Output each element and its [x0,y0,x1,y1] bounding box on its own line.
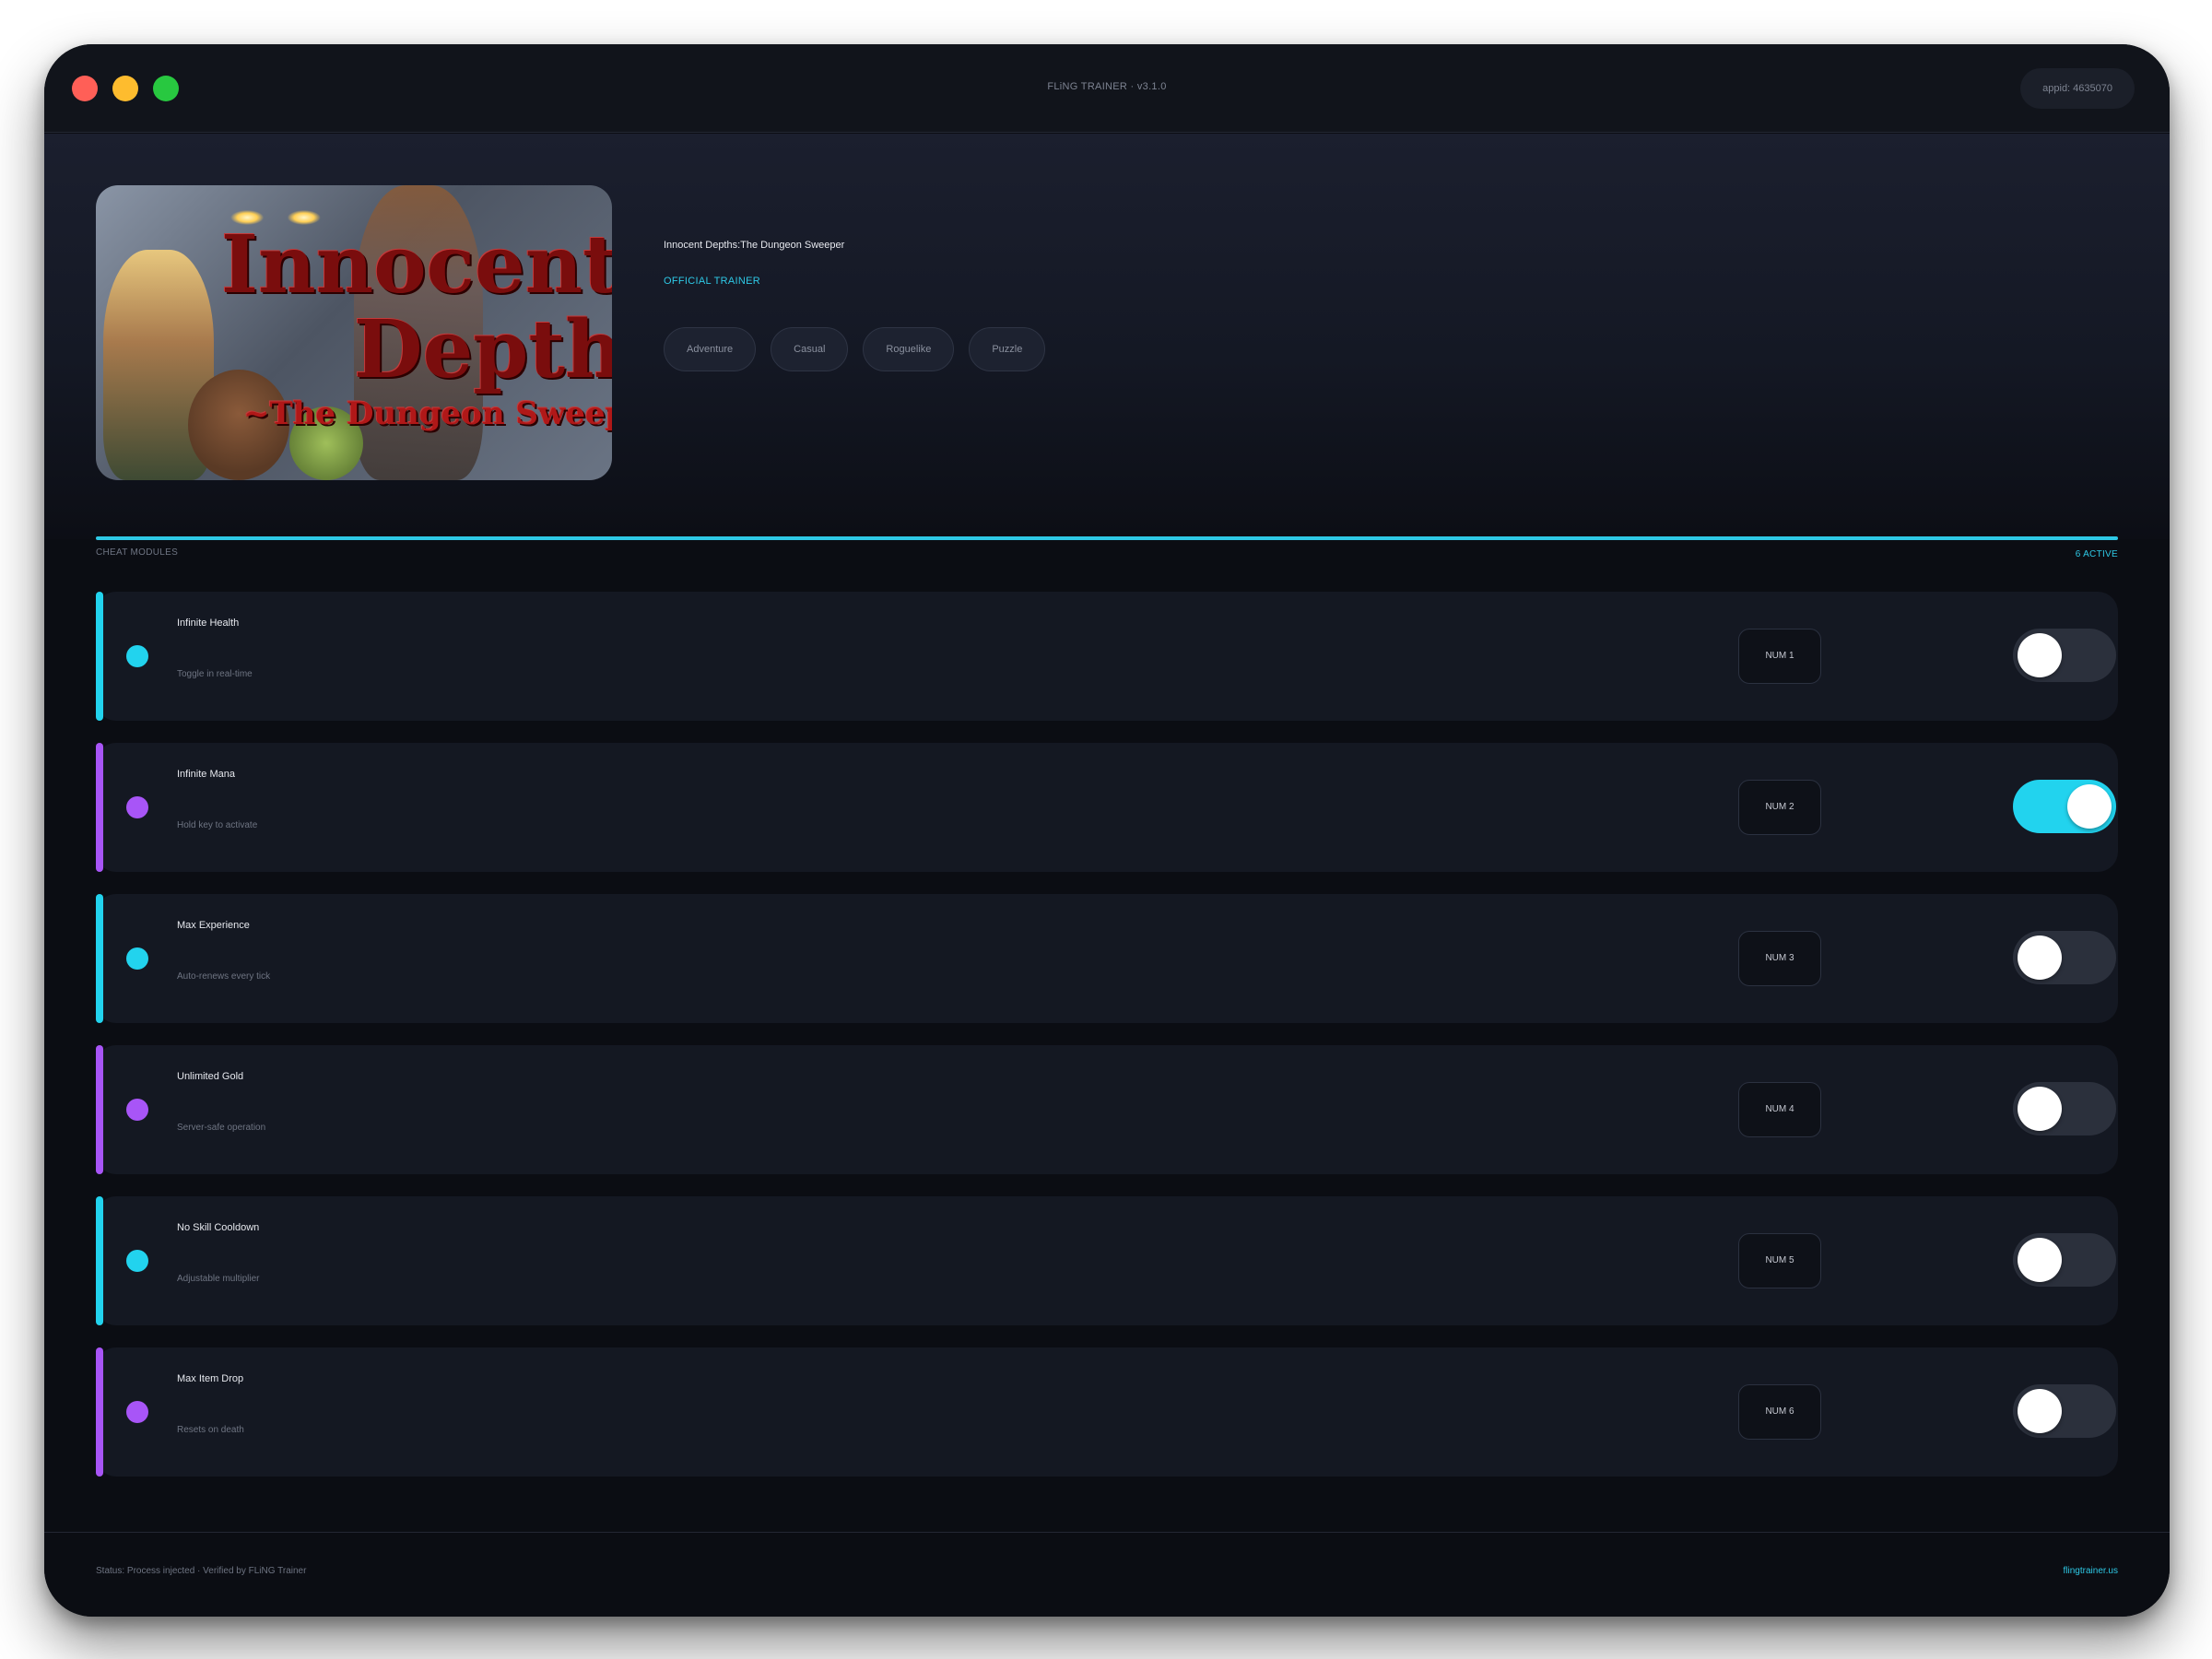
cheat-description: Server-safe operation [177,1123,266,1133]
official-trainer-badge: OFFICIAL TRAINER [664,276,761,287]
cheat-description: Resets on death [177,1425,244,1435]
cheat-row: Max Item Drop Resets on death NUM 6 [96,1347,2118,1477]
website-link[interactable]: flingtrainer.us [2064,1566,2118,1576]
game-header: Innocent Depth ~The Dungeon Sweepe Innoc… [44,134,2170,539]
hotkey-badge[interactable]: NUM 1 [1738,629,1821,684]
toggle-knob [2018,935,2062,980]
cheat-name: No Skill Cooldown [177,1222,260,1233]
cover-logo-line-1: Innocent [221,218,612,312]
cheat-toggle[interactable] [2013,1384,2116,1438]
hotkey-badge[interactable]: NUM 2 [1738,780,1821,835]
toggle-knob [2018,1238,2062,1282]
hotkey-badge[interactable]: NUM 3 [1738,931,1821,986]
cheat-row: Unlimited Gold Server-safe operation NUM… [96,1045,2118,1174]
cheat-toggle[interactable] [2013,629,2116,682]
tag-adventure[interactable]: Adventure [664,327,757,371]
cheat-accent-bar [96,743,103,872]
cover-logo-line-2: Depth [354,303,612,396]
cover-logo-line-3: ~The Dungeon Sweepe [243,395,612,432]
toggle-knob [2067,784,2112,829]
status-dot-icon [126,947,148,970]
game-title: Innocent Depths:The Dungeon Sweeper [664,240,845,251]
cheat-row: Max Experience Auto-renews every tick NU… [96,894,2118,1023]
appid-badge: appid: 4635070 [2020,68,2135,109]
cheat-description: Adjustable multiplier [177,1274,260,1284]
hotkey-badge[interactable]: NUM 5 [1738,1233,1821,1288]
cheat-toggle[interactable] [2013,931,2116,984]
title-bar: FLiNG TRAINER · v3.1.0 appid: 4635070 [44,44,2170,133]
section-label: CHEAT MODULES [96,547,179,558]
cheat-accent-bar [96,592,103,721]
status-dot-icon [126,645,148,667]
cheat-accent-bar [96,1045,103,1174]
window-title: FLiNG TRAINER · v3.1.0 [1047,81,1167,92]
status-footer: Status: Process injected · Verified by F… [44,1532,2170,1617]
tag-roguelike[interactable]: Roguelike [863,327,955,371]
section-divider [96,536,2118,540]
cheat-accent-bar [96,894,103,1023]
cheat-description: Toggle in real-time [177,669,253,679]
cheat-description: Hold key to activate [177,820,258,830]
hotkey-badge[interactable]: NUM 4 [1738,1082,1821,1137]
cheat-row: Infinite Mana Hold key to activate NUM 2 [96,743,2118,872]
cheat-description: Auto-renews every tick [177,971,271,982]
toggle-knob [2018,633,2062,677]
cheat-toggle[interactable] [2013,1233,2116,1287]
genre-tags: Adventure Casual Roguelike Puzzle [664,327,1046,371]
cheat-name: Max Experience [177,920,250,931]
tag-puzzle[interactable]: Puzzle [969,327,1046,371]
tag-casual[interactable]: Casual [771,327,849,371]
toggle-knob [2018,1087,2062,1131]
cheat-row: Infinite Health Toggle in real-time NUM … [96,592,2118,721]
cheat-name: Infinite Health [177,618,240,629]
cheat-list: Infinite Health Toggle in real-time NUM … [96,592,2118,1499]
cheat-row: No Skill Cooldown Adjustable multiplier … [96,1196,2118,1325]
status-text: Status: Process injected · Verified by F… [96,1566,307,1576]
cheat-toggle[interactable] [2013,1082,2116,1135]
cheat-name: Max Item Drop [177,1373,244,1384]
active-count: 6 ACTIVE [2075,549,2118,559]
hotkey-badge[interactable]: NUM 6 [1738,1384,1821,1440]
cheat-accent-bar [96,1196,103,1325]
cheat-name: Unlimited Gold [177,1071,244,1082]
cheat-accent-bar [96,1347,103,1477]
trainer-window: FLiNG TRAINER · v3.1.0 appid: 4635070 In… [44,44,2170,1617]
status-dot-icon [126,1401,148,1423]
toggle-knob [2018,1389,2062,1433]
status-dot-icon [126,796,148,818]
game-cover-image: Innocent Depth ~The Dungeon Sweepe [96,185,612,480]
cheat-toggle[interactable] [2013,780,2116,833]
cheat-name: Infinite Mana [177,769,235,780]
status-dot-icon [126,1099,148,1121]
status-dot-icon [126,1250,148,1272]
